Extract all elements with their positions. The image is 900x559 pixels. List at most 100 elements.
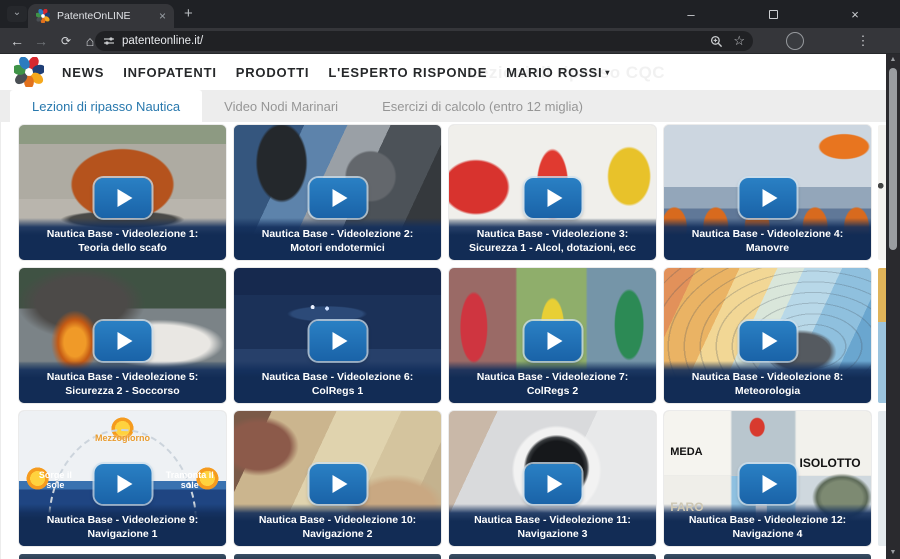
video-card[interactable]: SIDANautica Base - Videolezione 11:Navig… <box>449 411 656 546</box>
caption-line1: Nautica Base - Videolezione 12: <box>667 513 868 527</box>
browser-tab-title: PatenteOnLINE <box>57 10 153 22</box>
caption-line2: Meteorologia <box>667 384 868 398</box>
partial-video-card <box>449 554 656 559</box>
video-card[interactable]: SIDANautica Base - Videolezione 10:Navig… <box>234 411 441 546</box>
site-settings-icon[interactable] <box>103 35 115 47</box>
thumbnail-label: ISOLOTTO <box>800 456 861 470</box>
play-button[interactable] <box>94 464 151 504</box>
page-scrollbar[interactable]: ▲ ▼ <box>886 54 900 559</box>
video-caption: Nautica Base - Videolezione 6:ColRegs 1 <box>234 361 441 403</box>
close-tab-icon[interactable]: × <box>159 9 166 23</box>
browser-toolbar: ← → ⟳ ⌂ patenteonline.it/ ☆ ⋮ <box>0 28 900 54</box>
browser-tab-strip: ⌄ PatenteOnLINE × + – × <box>0 0 900 28</box>
partial-video-card <box>878 268 886 403</box>
back-icon[interactable]: ← <box>6 28 28 54</box>
caption-line2: Sicurezza 1 - Alcol, dotazioni, ecc <box>452 241 653 255</box>
maximize-button[interactable] <box>758 0 788 28</box>
video-caption: Nautica Base - Videolezione 2:Motori end… <box>234 218 441 260</box>
play-button[interactable] <box>739 464 796 504</box>
thumbnail-label: Tramonta il sole <box>160 470 220 490</box>
video-card[interactable]: SIDANautica Base - Videolezione 1:Teoria… <box>19 125 226 260</box>
video-card[interactable]: SIDANautica Base - Videolezione 4:Manovr… <box>664 125 871 260</box>
close-window-button[interactable]: × <box>840 0 870 28</box>
play-button[interactable] <box>524 321 581 361</box>
video-caption: Nautica Base - Videolezione 5:Sicurezza … <box>19 361 226 403</box>
caption-line1: Nautica Base - Videolezione 9: <box>22 513 223 527</box>
nav-item-news[interactable]: NEWS <box>62 65 104 80</box>
caption-line2: Motori endotermici <box>237 241 438 255</box>
thumbnail-label: FARO <box>670 500 703 514</box>
site-favicon <box>36 9 50 23</box>
play-button[interactable] <box>309 321 366 361</box>
lesson-tabs: Lezioni di ripasso Nautica Video Nodi Ma… <box>0 90 886 122</box>
caption-line2: Navigazione 4 <box>667 527 868 541</box>
partial-video-card <box>234 554 441 559</box>
caption-line2: Navigazione 1 <box>22 527 223 541</box>
nav-item-prodotti[interactable]: PRODOTTI <box>236 65 310 80</box>
partial-video-card <box>878 411 886 546</box>
zoom-icon[interactable] <box>710 35 723 48</box>
video-card[interactable]: SIDANautica Base - Videolezione 2:Motori… <box>234 125 441 260</box>
play-button[interactable] <box>94 321 151 361</box>
forward-icon[interactable]: → <box>30 28 52 54</box>
partial-video-card <box>878 125 886 260</box>
browser-menu-icon[interactable]: ⋮ <box>854 28 872 54</box>
video-caption: Nautica Base - Videolezione 9:Navigazion… <box>19 504 226 546</box>
play-button[interactable] <box>739 178 796 218</box>
partial-video-card <box>664 554 871 559</box>
chevron-down-icon: ▾ <box>605 68 610 77</box>
tab-content: SIDANautica Base - Videolezione 1:Teoria… <box>0 122 886 559</box>
nav-item-esperto[interactable]: L'ESPERTO RISPONDE <box>328 65 487 80</box>
thumbnail-label: Sorge il sole <box>29 470 81 490</box>
caption-line1: Nautica Base - Videolezione 7: <box>452 370 653 384</box>
caption-line1: Nautica Base - Videolezione 5: <box>22 370 223 384</box>
video-card[interactable]: SIDANautica Base - Videolezione 6:ColReg… <box>234 268 441 403</box>
thumbnail-label: Mezzogiorno <box>95 433 150 443</box>
caption-line1: Nautica Base - Videolezione 2: <box>237 227 438 241</box>
video-card[interactable]: Mezzogiorno Sorge il sole Tramonta il sole… <box>19 411 226 546</box>
tab-esercizi-calcolo[interactable]: Esercizi di calcolo (entro 12 miglia) <box>360 90 605 122</box>
tab-lezioni-nautica[interactable]: Lezioni di ripasso Nautica <box>10 90 202 122</box>
user-menu-dropdown[interactable]: MARIO ROSSI▾ <box>506 65 610 80</box>
thumbnail-label: MEDA <box>670 446 702 458</box>
site-nav: NEWS INFOPATENTI PRODOTTI L'ESPERTO RISP… <box>0 54 886 90</box>
address-bar[interactable]: patenteonline.it/ ☆ <box>95 31 753 51</box>
tab-video-nodi[interactable]: Video Nodi Marinari <box>202 90 360 122</box>
webpage: Lezioni di ripasso CQC NEWS INFOPATENTI … <box>0 54 886 559</box>
url-text[interactable]: patenteonline.it/ <box>122 35 700 47</box>
video-card[interactable]: SIDANautica Base - Videolezione 8:Meteor… <box>664 268 871 403</box>
play-button[interactable] <box>309 464 366 504</box>
profile-avatar[interactable] <box>786 32 804 50</box>
play-button[interactable] <box>309 178 366 218</box>
caption-line1: Nautica Base - Videolezione 3: <box>452 227 653 241</box>
play-button[interactable] <box>524 464 581 504</box>
video-card[interactable]: SIDANautica Base - Videolezione 3:Sicure… <box>449 125 656 260</box>
scrollbar-thumb[interactable] <box>889 68 897 250</box>
video-card[interactable]: SIDANautica Base - Videolezione 5:Sicure… <box>19 268 226 403</box>
caption-line1: Nautica Base - Videolezione 1: <box>22 227 223 241</box>
browser-tab[interactable]: PatenteOnLINE × <box>28 4 174 28</box>
caption-line1: Nautica Base - Videolezione 4: <box>667 227 868 241</box>
play-button[interactable] <box>739 321 796 361</box>
site-logo-icon[interactable] <box>14 57 44 87</box>
video-card[interactable]: MEDAISOLOTTOFAROSIDANautica Base - Video… <box>664 411 871 546</box>
play-button[interactable] <box>94 178 151 218</box>
new-tab-button[interactable]: + <box>184 5 193 22</box>
caption-line2: ColRegs 2 <box>452 384 653 398</box>
tab-list-chevron-icon[interactable]: ⌄ <box>7 6 27 22</box>
caption-line1: Nautica Base - Videolezione 10: <box>237 513 438 527</box>
caption-line2: Manovre <box>667 241 868 255</box>
video-caption: Nautica Base - Videolezione 4:Manovre <box>664 218 871 260</box>
play-button[interactable] <box>524 178 581 218</box>
scroll-up-icon[interactable]: ▲ <box>886 54 900 66</box>
caption-line2: Navigazione 2 <box>237 527 438 541</box>
video-caption: Nautica Base - Videolezione 10:Navigazio… <box>234 504 441 546</box>
caption-line2: ColRegs 1 <box>237 384 438 398</box>
scroll-down-icon[interactable]: ▼ <box>886 547 900 559</box>
nav-item-infopatenti[interactable]: INFOPATENTI <box>123 65 217 80</box>
caption-line1: Nautica Base - Videolezione 8: <box>667 370 868 384</box>
minimize-button[interactable]: – <box>676 0 706 28</box>
reload-icon[interactable]: ⟳ <box>55 28 77 54</box>
video-card[interactable]: SIDANautica Base - Videolezione 7:ColReg… <box>449 268 656 403</box>
bookmark-star-icon[interactable]: ☆ <box>733 33 745 49</box>
